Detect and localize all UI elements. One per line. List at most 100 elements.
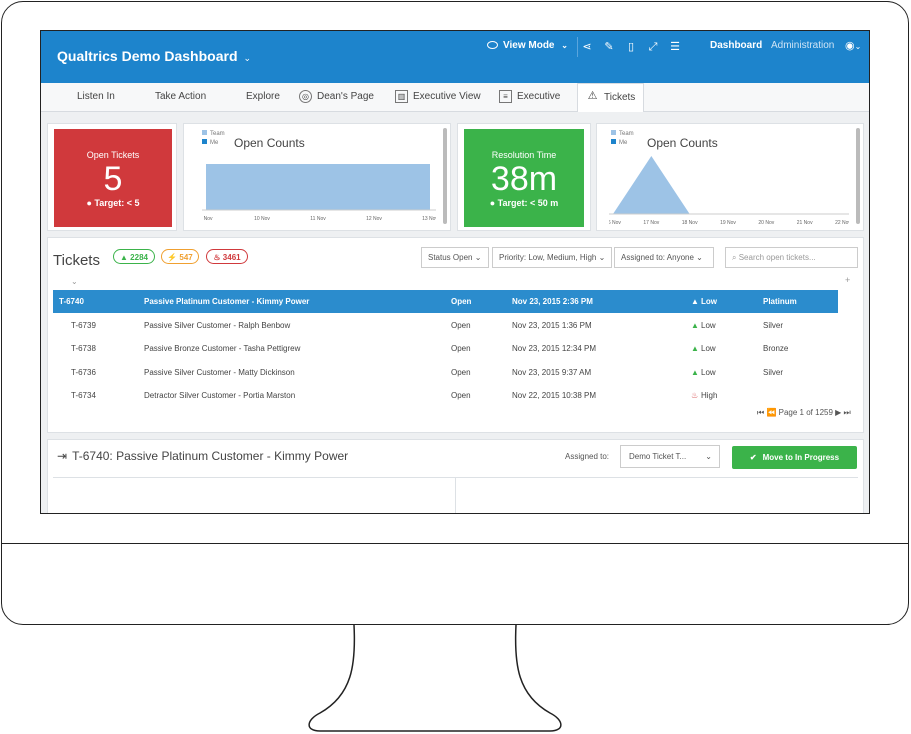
open-counts-chart-1: Team Me Open Counts 9 Nov 10 Nov 11 Nov 12 … [183, 123, 451, 231]
cell-tier: Silver [763, 320, 784, 330]
cell-priority: Low [701, 297, 717, 306]
x-tick-label: 19 Nov [720, 220, 736, 226]
check-icon: ✔ [749, 453, 757, 462]
cell-priority: Low [701, 344, 716, 354]
nav-dashboard[interactable]: Dashboard [710, 40, 762, 51]
cell-name: Passive Silver Customer - Matty Dickinso… [144, 367, 295, 377]
sort-caret-icon[interactable]: ⌄ [71, 277, 78, 286]
cell-id: T-6734 [71, 391, 96, 401]
tab-executive-view[interactable]: ▥ Executive View [395, 83, 481, 111]
search-icon: ⌕ [732, 253, 737, 262]
low-count-badge[interactable]: ▲ 2284 [113, 249, 155, 264]
cell-tier: Bronze [763, 344, 789, 354]
comment-icon[interactable]: ☰ [669, 41, 681, 53]
resolution-time-widget: Resolution Time 38m ● Target: < 50 m [457, 123, 591, 231]
brush-icon[interactable]: ✎ [603, 41, 615, 53]
x-tick-label: 18 Nov [682, 220, 698, 226]
pagination: ⏮ ⏪ Page 1 of 1259 ▶ ⏭ [757, 408, 851, 418]
tab-label: Listen In [77, 91, 115, 102]
open-tickets-kpi: Open Tickets 5 ● Target: < 5 [54, 129, 172, 227]
open-counts-chart-2: Team Me Open Counts 16 Nov 17 Nov 18 Nov 19… [596, 123, 864, 231]
expand-icon[interactable]: ⤢ [647, 41, 659, 53]
search-input[interactable]: ⌕ Search open tickets... [725, 247, 858, 268]
table-row[interactable]: T-6739 Passive Silver Customer - Ralph Be… [53, 314, 838, 337]
kpi-value: 5 [103, 160, 123, 198]
assigned-filter-dropdown[interactable]: Assigned to: Anyone ⌄ [614, 247, 714, 268]
page-indicator: Page 1 of 1259 [778, 408, 833, 417]
medium-count-badge[interactable]: ⚡ 547 [161, 249, 199, 264]
first-page-icon[interactable]: ⏮ [757, 408, 764, 417]
x-tick-label: 12 Nov [366, 216, 382, 222]
fingerprint-icon: ◎ [299, 89, 312, 103]
chart-title: Open Counts [234, 136, 305, 150]
kpi-target: ● Target: < 50 m [489, 198, 559, 208]
fire-icon: ♨ [691, 391, 699, 401]
cell-status: Open [451, 297, 472, 306]
tickets-title: Tickets [53, 252, 100, 269]
chevron-down-icon: ⌄ [705, 452, 712, 461]
bell-icon: ▲ [691, 367, 699, 377]
cell-date: Nov 23, 2015 12:34 PM [512, 344, 597, 354]
dashboard-title: Qualtrics Demo Dashboard [57, 48, 238, 64]
cell-date: Nov 23, 2015 2:36 PM [512, 297, 593, 306]
cell-date: Nov 23, 2015 1:36 PM [512, 320, 592, 330]
cell-priority: Low [701, 320, 716, 330]
cell-priority: Low [701, 367, 716, 377]
page-tabs: Listen In Take Action Explore ◎ Dean's Pa… [41, 83, 869, 112]
widget-scrollbar[interactable] [443, 128, 447, 224]
open-tickets-widget: Open Tickets 5 ● Target: < 5 [47, 123, 177, 231]
x-tick-label: 22 Nov [835, 220, 849, 226]
table-row[interactable]: T-6736 Passive Silver Customer - Matty Di… [53, 361, 838, 384]
tab-label: Dean's Page [317, 91, 374, 102]
share-icon[interactable]: ⋖ [581, 41, 593, 53]
cell-name: Passive Silver Customer - Ralph Benbow [144, 320, 291, 330]
cell-id: T-6738 [71, 344, 96, 354]
add-column-icon[interactable]: + [845, 275, 850, 285]
page-icon[interactable]: ▯ [625, 41, 637, 53]
chart-legend: Team Me [611, 130, 634, 148]
warning-icon: ⚠ [587, 89, 598, 102]
tab-label: Take Action [155, 91, 207, 102]
bell-icon: ▲ [691, 344, 699, 354]
widget-scrollbar[interactable] [856, 128, 860, 224]
status-filter-dropdown[interactable]: Status Open ⌄ [421, 247, 489, 268]
user-icon[interactable]: ◉⌄ [845, 39, 861, 52]
high-count-badge[interactable]: ♨ 3461 [206, 249, 248, 264]
table-row[interactable]: T-6734 Detractor Silver Customer - Portia… [53, 384, 838, 407]
chart-legend: Team Me [202, 130, 225, 148]
assignee-dropdown[interactable]: Demo Ticket T... ⌄ [620, 445, 720, 468]
cell-id: T-6739 [71, 320, 96, 330]
x-tick-label: 16 Nov [609, 220, 621, 226]
tab-explore[interactable]: Explore [246, 83, 280, 111]
prev-page-icon[interactable]: ⏪ [766, 408, 776, 417]
bell-icon: ▲ [691, 320, 699, 330]
tab-tickets[interactable]: ⚠ Tickets [577, 83, 645, 112]
detail-column-divider [455, 478, 456, 513]
last-page-icon[interactable]: ⏭ [844, 408, 851, 417]
open-counts-plot-2: 16 Nov 17 Nov 18 Nov 19 Nov 20 Nov 21 Nov 22 N… [609, 156, 849, 226]
move-to-in-progress-button[interactable]: ✔ Move to In Progress [732, 446, 857, 469]
tab-take-action[interactable]: Take Action [155, 83, 206, 111]
cell-priority: High [701, 391, 718, 401]
next-page-icon[interactable]: ▶ [835, 408, 841, 417]
priority-filter-dropdown[interactable]: Priority: Low, Medium, High ⌄ [492, 247, 612, 268]
tab-label: Tickets [604, 92, 636, 103]
tab-deans-page[interactable]: ◎ Dean's Page [299, 83, 374, 111]
view-mode-dropdown[interactable]: View Mode ⌄ [487, 40, 568, 51]
dashboard-title-dropdown[interactable]: Qualtrics Demo Dashboard ⌄ [57, 48, 251, 64]
nav-administration[interactable]: Administration [771, 40, 834, 51]
table-row[interactable]: T-6740 Passive Platinum Customer - Kimmy … [53, 290, 838, 313]
open-ticket-icon: ⇥ [57, 449, 68, 463]
bar-chart-icon: ▥ [395, 89, 408, 103]
assigned-to-label: Assigned to: [565, 452, 610, 461]
chevron-down-icon: ⌄ [561, 41, 568, 50]
kpi-target: ● Target: < 5 [86, 198, 140, 208]
x-tick-label: 10 Nov [254, 216, 270, 222]
ticket-detail-title: ⇥ T-6740: Passive Platinum Customer - Kim… [57, 449, 349, 463]
toolbar-divider [577, 37, 578, 57]
tab-executive[interactable]: ≡ Executive [499, 83, 560, 111]
area-series-team [613, 156, 843, 214]
area-series-team [206, 164, 430, 210]
tab-listen-in[interactable]: Listen In [77, 83, 115, 111]
table-row[interactable]: T-6738 Passive Bronze Customer - Tasha Pe… [53, 337, 838, 360]
